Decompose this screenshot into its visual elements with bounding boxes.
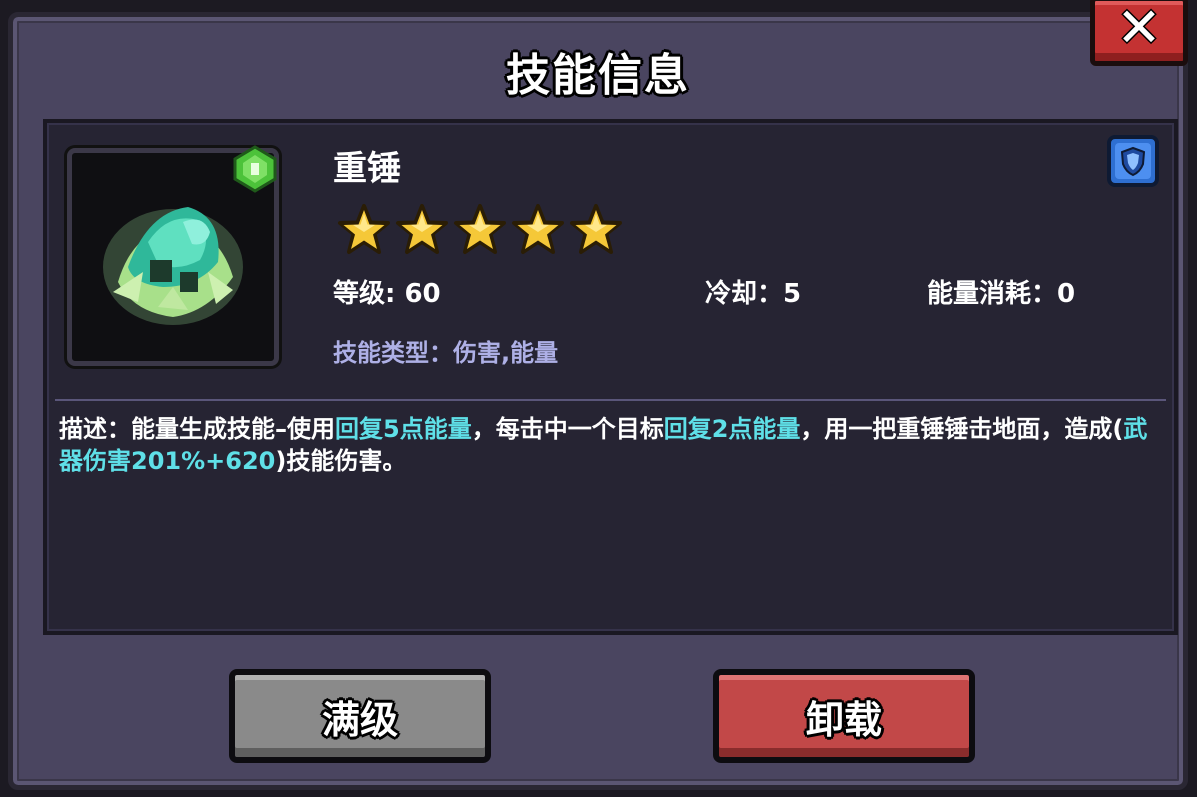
desc-text: 描述：能量生成技能–使用 xyxy=(59,415,335,443)
divider xyxy=(55,399,1166,401)
desc-text: )技能伤害。 xyxy=(275,447,407,475)
skill-energy-cost: 能量消耗：0 xyxy=(927,279,1076,309)
desc-text: ，用一把重锤锤击地面，造成( xyxy=(800,415,1124,443)
desc-highlight: 回复5点能量 xyxy=(335,415,472,443)
close-button[interactable]: ✕ xyxy=(1090,0,1188,66)
star-icon xyxy=(396,204,448,254)
shield-badge-icon[interactable] xyxy=(1107,135,1159,187)
skill-type: 技能类型：伤害,能量 xyxy=(333,339,559,367)
star-icon xyxy=(454,204,506,254)
unload-label: 卸载 xyxy=(805,697,882,742)
unload-button[interactable]: 卸载 xyxy=(713,669,975,763)
star-icon xyxy=(512,204,564,254)
game-screen: 技能信息 重锤 等级: 60 冷却：5 能量消耗：0 技能类型：伤害,能量 描述… xyxy=(0,0,1197,797)
skill-detail-panel: 重锤 等级: 60 冷却：5 能量消耗：0 技能类型：伤害,能量 描述：能量生成… xyxy=(43,119,1178,635)
star-rating xyxy=(337,203,623,257)
skill-cooldown: 冷却：5 xyxy=(705,279,802,309)
skill-level: 等级: 60 xyxy=(333,279,441,309)
desc-text: ，每击中一个目标 xyxy=(471,415,664,443)
max-level-button[interactable]: 满级 xyxy=(229,669,491,763)
max-level-label: 满级 xyxy=(321,697,398,742)
star-icon xyxy=(338,204,390,254)
hammer-skill-icon xyxy=(103,207,243,325)
skill-description: 描述：能量生成技能–使用回复5点能量，每击中一个目标回复2点能量，用一把重锤锤击… xyxy=(59,413,1159,477)
dialog-title: 技能信息 xyxy=(506,50,690,101)
desc-highlight: 回复2点能量 xyxy=(663,415,801,443)
skill-info-dialog: 技能信息 重锤 等级: 60 冷却：5 能量消耗：0 技能类型：伤害,能量 描述… xyxy=(8,12,1188,790)
level-gem-icon xyxy=(233,145,277,193)
star-icon xyxy=(570,204,622,254)
skill-name: 重锤 xyxy=(333,149,401,189)
close-icon: ✕ xyxy=(1116,0,1162,59)
